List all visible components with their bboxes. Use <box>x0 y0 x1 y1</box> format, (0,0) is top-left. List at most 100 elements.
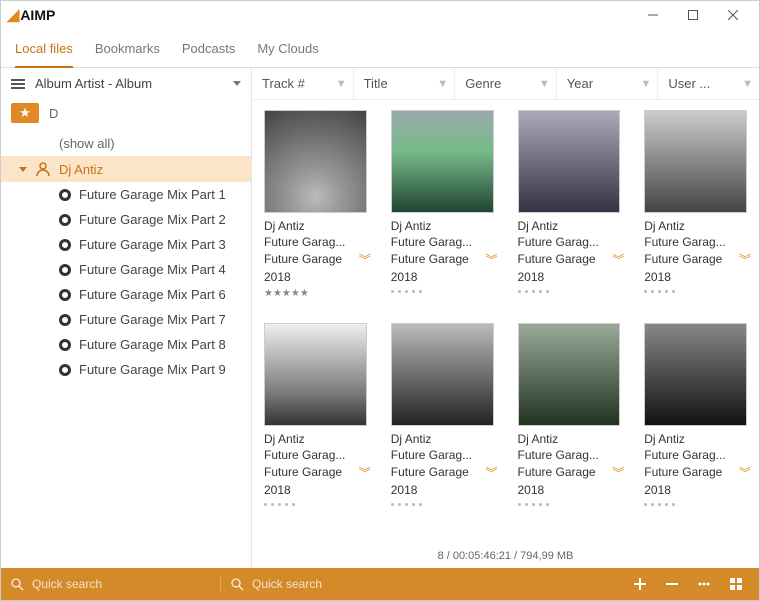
track-label: Future Garage Mix Part 2 <box>79 212 226 227</box>
rating-empty[interactable] <box>391 503 494 506</box>
show-all-item[interactable]: (show all) <box>1 131 251 156</box>
filter-icon[interactable]: ▼ <box>742 78 753 90</box>
artist-name: Dj Antiz <box>59 162 103 177</box>
album-card[interactable]: Dj AntizFuture Garag...Future Garage︾201… <box>391 323 494 506</box>
track-item[interactable]: Future Garage Mix Part 6 <box>1 282 251 307</box>
album-cover[interactable] <box>264 323 367 426</box>
sidebar-search[interactable]: Quick search <box>1 577 221 591</box>
card-genre: Future Garage <box>391 252 469 266</box>
rating-empty[interactable] <box>644 290 747 293</box>
album-cover[interactable] <box>518 323 621 426</box>
rating-empty[interactable] <box>391 290 494 293</box>
filter-icon[interactable]: ▼ <box>539 78 550 90</box>
track-label: Future Garage Mix Part 9 <box>79 362 226 377</box>
disc-icon <box>59 364 71 376</box>
card-album: Future Garag... <box>644 448 747 462</box>
card-album: Future Garag... <box>264 235 367 249</box>
column-header[interactable]: Year▼ <box>557 68 659 99</box>
card-artist: Dj Antiz <box>264 219 367 233</box>
card-album: Future Garag... <box>391 235 494 249</box>
expand-icon[interactable]: ︾ <box>359 464 367 481</box>
rating-empty[interactable] <box>644 503 747 506</box>
card-artist: Dj Antiz <box>518 432 621 446</box>
expand-icon[interactable]: ︾ <box>739 251 747 268</box>
close-button[interactable] <box>713 2 753 28</box>
column-header[interactable]: Title▼ <box>354 68 456 99</box>
track-item[interactable]: Future Garage Mix Part 9 <box>1 357 251 382</box>
album-card[interactable]: Dj AntizFuture Garag...Future Garage︾201… <box>644 110 747 299</box>
track-item[interactable]: Future Garage Mix Part 2 <box>1 207 251 232</box>
view-grid-button[interactable] <box>727 575 745 593</box>
tab-podcasts[interactable]: Podcasts <box>182 35 235 67</box>
column-header[interactable]: User ... ▼ <box>658 68 759 99</box>
maximize-button[interactable] <box>673 2 713 28</box>
expand-icon[interactable]: ︾ <box>359 251 367 268</box>
rating-empty[interactable] <box>264 503 367 506</box>
search-icon <box>231 578 244 591</box>
tab-my-clouds[interactable]: My Clouds <box>257 35 318 67</box>
grouping-selector[interactable]: Album Artist - Album <box>1 68 251 99</box>
album-card[interactable]: Dj Antiz Future Garag... Future Garage ︾ 201… <box>264 110 367 299</box>
column-header[interactable]: Genre ▼ <box>455 68 557 99</box>
person-icon <box>35 161 51 177</box>
filter-icon[interactable]: ▼ <box>437 78 448 90</box>
artist-row[interactable]: Dj Antiz <box>1 156 251 182</box>
remove-button[interactable] <box>663 575 681 593</box>
album-cover[interactable] <box>264 110 367 213</box>
tab-bookmarks[interactable]: Bookmarks <box>95 35 160 67</box>
card-genre: Future Garage <box>518 465 596 479</box>
rating-stars[interactable]: ★★★★★ <box>264 288 367 299</box>
expand-icon[interactable]: ︾ <box>612 464 620 481</box>
card-year: 2018 <box>518 483 621 497</box>
album-cover[interactable] <box>391 323 494 426</box>
disc-icon <box>59 189 71 201</box>
main-search[interactable]: Quick search <box>221 577 617 591</box>
rating-empty[interactable] <box>518 503 621 506</box>
favorites-filter-button[interactable]: ★ <box>11 103 39 123</box>
album-cover[interactable] <box>644 323 747 426</box>
tabbar: Local files Bookmarks Podcasts My Clouds <box>1 29 759 68</box>
album-card[interactable]: Dj AntizFuture Garag...Future Garage︾201… <box>518 110 621 299</box>
album-card[interactable]: Dj AntizFuture Garag...Future Garage︾201… <box>264 323 367 506</box>
expand-icon[interactable]: ︾ <box>612 251 620 268</box>
album-card[interactable]: Dj AntizFuture Garag...Future Garage︾201… <box>518 323 621 506</box>
column-header[interactable]: Track #▼ <box>252 68 354 99</box>
card-genre: Future Garage <box>264 465 342 479</box>
track-item[interactable]: Future Garage Mix Part 3 <box>1 232 251 257</box>
track-item[interactable]: Future Garage Mix Part 7 <box>1 307 251 332</box>
album-card[interactable]: Dj AntizFuture Garag...Future Garage︾201… <box>391 110 494 299</box>
expand-icon[interactable]: ︾ <box>485 464 493 481</box>
track-item[interactable]: Future Garage Mix Part 8 <box>1 332 251 357</box>
card-artist: Dj Antiz <box>518 219 621 233</box>
search-icon <box>11 578 24 591</box>
track-label: Future Garage Mix Part 1 <box>79 187 226 202</box>
expand-icon[interactable]: ︾ <box>485 251 493 268</box>
disc-icon <box>59 339 71 351</box>
disc-icon <box>59 214 71 226</box>
filter-icon[interactable]: ▼ <box>336 78 347 90</box>
track-item[interactable]: Future Garage Mix Part 4 <box>1 257 251 282</box>
alpha-index-letter[interactable]: D <box>49 106 58 121</box>
minimize-button[interactable] <box>633 2 673 28</box>
card-year: 2018 <box>264 270 367 284</box>
column-label: User ... <box>668 76 710 91</box>
album-cover[interactable] <box>518 110 621 213</box>
track-item[interactable]: Future Garage Mix Part 1 <box>1 182 251 207</box>
card-genre: Future Garage <box>391 465 469 479</box>
add-button[interactable] <box>631 575 649 593</box>
album-card[interactable]: Dj AntizFuture Garag...Future Garage︾201… <box>644 323 747 506</box>
card-album: Future Garag... <box>391 448 494 462</box>
card-genre: Future Garage <box>264 252 342 266</box>
disc-icon <box>59 314 71 326</box>
status-bar: 8 / 00:05:46:21 / 794,99 MB <box>252 546 759 568</box>
column-label: Genre <box>465 76 501 91</box>
more-button[interactable] <box>695 575 713 593</box>
expand-icon[interactable]: ︾ <box>739 464 747 481</box>
rating-empty[interactable] <box>518 290 621 293</box>
filter-icon[interactable]: ▼ <box>640 78 651 90</box>
tab-local-files[interactable]: Local files <box>15 35 73 68</box>
album-cover[interactable] <box>391 110 494 213</box>
disc-icon <box>59 264 71 276</box>
card-genre: Future Garage <box>518 252 596 266</box>
album-cover[interactable] <box>644 110 747 213</box>
